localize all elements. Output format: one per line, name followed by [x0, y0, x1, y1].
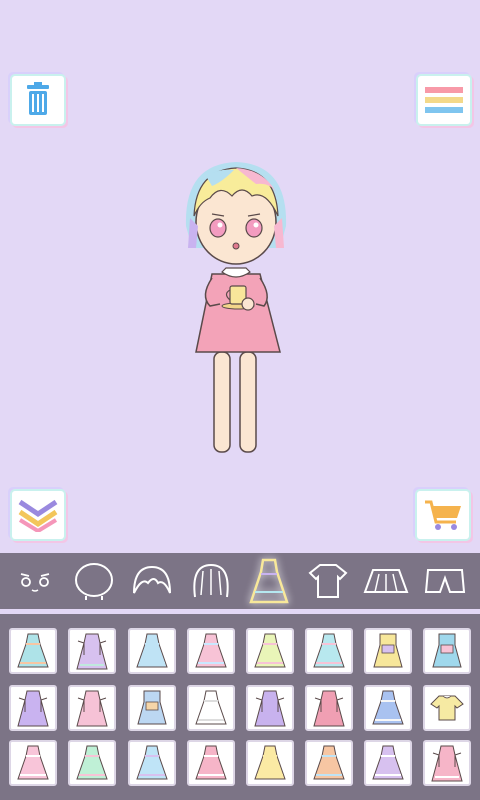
- menu-button[interactable]: [418, 76, 470, 124]
- tab-skirt[interactable]: [363, 558, 409, 604]
- chevron-down-icon: [18, 499, 58, 532]
- trash-icon: [27, 82, 49, 115]
- clothing-item-icon: [76, 633, 108, 670]
- clothing-item-icon: [430, 695, 464, 721]
- clothing-item-icon: [137, 690, 167, 725]
- clothing-item-icon: [313, 633, 345, 668]
- tab-pants[interactable]: [422, 558, 468, 604]
- clothing-item-icon: [195, 633, 227, 668]
- clothing-item-icon: [17, 633, 49, 668]
- clothing-item-21[interactable]: [246, 740, 294, 786]
- clothing-item-13[interactable]: [246, 685, 294, 731]
- tab-hair[interactable]: [188, 558, 234, 604]
- clothing-item-icon: [136, 633, 168, 668]
- clothing-item-20[interactable]: [187, 740, 235, 786]
- head-icon: [74, 563, 113, 600]
- tab-tshirt[interactable]: [305, 558, 351, 604]
- clothing-item-icon: [432, 633, 462, 668]
- clothing-item-5[interactable]: [246, 628, 294, 674]
- clothing-item-icon: [372, 690, 404, 725]
- clothing-item-22[interactable]: [305, 740, 353, 786]
- tab-head[interactable]: [71, 558, 117, 604]
- clothing-item-icon: [76, 745, 108, 780]
- clothing-item-2[interactable]: [68, 628, 116, 674]
- clothing-item-24[interactable]: [423, 740, 471, 786]
- character-doll[interactable]: [176, 156, 296, 466]
- clothing-item-16[interactable]: [423, 685, 471, 731]
- clothing-item-4[interactable]: [187, 628, 235, 674]
- collapse-button[interactable]: [12, 491, 64, 539]
- canvas: [0, 0, 480, 552]
- clothing-item-10[interactable]: [68, 685, 116, 731]
- clothing-item-8[interactable]: [423, 628, 471, 674]
- clothing-item-18[interactable]: [68, 740, 116, 786]
- clothing-item-icon: [373, 633, 403, 668]
- dress-icon: [249, 558, 289, 604]
- clothing-item-icon: [254, 633, 286, 668]
- clothing-item-1[interactable]: [9, 628, 57, 674]
- hair-icon: [193, 563, 229, 598]
- clothing-item-3[interactable]: [128, 628, 176, 674]
- clothing-item-icon: [372, 745, 404, 780]
- clothing-item-icon: [431, 745, 463, 782]
- shopping-cart-icon: [425, 500, 461, 530]
- clothing-item-icon: [195, 745, 227, 780]
- clothing-item-icon: [254, 745, 286, 780]
- skirt-icon: [363, 569, 409, 593]
- clothing-item-17[interactable]: [9, 740, 57, 786]
- clothing-item-9[interactable]: [9, 685, 57, 731]
- clothing-item-6[interactable]: [305, 628, 353, 674]
- clothing-item-icon: [17, 745, 49, 780]
- clothing-item-23[interactable]: [364, 740, 412, 786]
- clothing-item-icon: [313, 745, 345, 780]
- clothing-item-14[interactable]: [305, 685, 353, 731]
- pants-icon: [424, 569, 465, 593]
- tab-bangs[interactable]: [129, 558, 175, 604]
- tab-face[interactable]: [12, 558, 58, 604]
- tab-dress[interactable]: [246, 558, 292, 604]
- clothing-item-7[interactable]: [364, 628, 412, 674]
- face-icon: [21, 573, 50, 592]
- clothing-item-icon: [313, 690, 345, 727]
- clothing-item-icon: [76, 690, 108, 727]
- tshirt-icon: [308, 564, 348, 598]
- bangs-icon: [133, 565, 172, 594]
- clothing-item-icon: [254, 690, 286, 727]
- clothing-item-19[interactable]: [128, 740, 176, 786]
- menu-icon: [425, 87, 463, 113]
- category-bar: [0, 553, 480, 609]
- clothing-item-11[interactable]: [128, 685, 176, 731]
- item-grid: [0, 614, 480, 800]
- clothing-item-12[interactable]: [187, 685, 235, 731]
- trash-button[interactable]: [12, 76, 64, 124]
- clothing-item-15[interactable]: [364, 685, 412, 731]
- clothing-item-icon: [136, 745, 168, 780]
- clothing-item-icon: [195, 690, 227, 725]
- clothing-item-icon: [17, 690, 49, 727]
- shop-button[interactable]: [417, 491, 469, 539]
